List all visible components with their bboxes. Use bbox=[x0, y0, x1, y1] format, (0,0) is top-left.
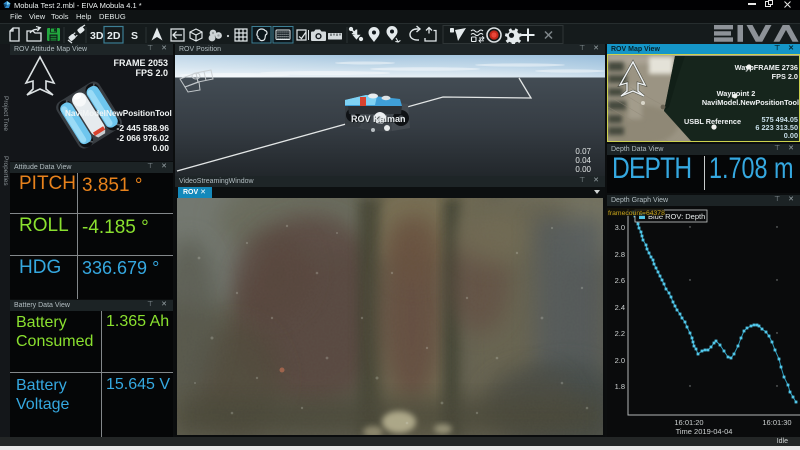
svg-text:FPS 2.0: FPS 2.0 bbox=[772, 72, 798, 81]
svg-text:2.6: 2.6 bbox=[615, 276, 625, 285]
svg-text:NaviModelNewPositionTool: NaviModelNewPositionTool bbox=[65, 109, 172, 118]
svg-text:ROV Kalman: ROV Kalman bbox=[351, 114, 406, 124]
svg-text:WaypFRAME 2736: WaypFRAME 2736 bbox=[735, 63, 798, 72]
svg-text:Waypoint 2: Waypoint 2 bbox=[717, 89, 756, 98]
svg-text:0.00: 0.00 bbox=[575, 165, 591, 174]
svg-text:0.04: 0.04 bbox=[575, 156, 591, 165]
svg-text:-2 445 588.96: -2 445 588.96 bbox=[117, 123, 170, 133]
svg-text:0.00: 0.00 bbox=[152, 143, 169, 153]
svg-text:3.0: 3.0 bbox=[615, 223, 625, 232]
svg-text:2D: 2D bbox=[107, 30, 121, 42]
svg-text:USBL Reference: USBL Reference bbox=[684, 117, 741, 126]
svg-text:16:01:30: 16:01:30 bbox=[762, 418, 791, 427]
svg-text:2.0: 2.0 bbox=[615, 356, 625, 365]
svg-text:2.4: 2.4 bbox=[615, 303, 625, 312]
svg-text:2.2: 2.2 bbox=[615, 329, 625, 338]
svg-text:1.8: 1.8 bbox=[615, 382, 625, 391]
svg-text:2.8: 2.8 bbox=[615, 250, 625, 259]
svg-text:FRAME 2053: FRAME 2053 bbox=[113, 58, 168, 68]
svg-text:Time 2019-04-04: Time 2019-04-04 bbox=[676, 427, 733, 436]
svg-text:0.00: 0.00 bbox=[784, 131, 798, 140]
svg-text:0.07: 0.07 bbox=[575, 147, 591, 156]
svg-text:NaviModel.NewPositionTool: NaviModel.NewPositionTool bbox=[702, 98, 799, 107]
svg-text:-2 066 976.02: -2 066 976.02 bbox=[117, 133, 170, 143]
svg-text:3D: 3D bbox=[90, 30, 104, 42]
svg-text:S: S bbox=[131, 30, 138, 42]
svg-text:framecount=64378: framecount=64378 bbox=[608, 210, 665, 217]
svg-text:16:01:20: 16:01:20 bbox=[674, 418, 703, 427]
svg-text:FPS 2.0: FPS 2.0 bbox=[135, 68, 168, 78]
